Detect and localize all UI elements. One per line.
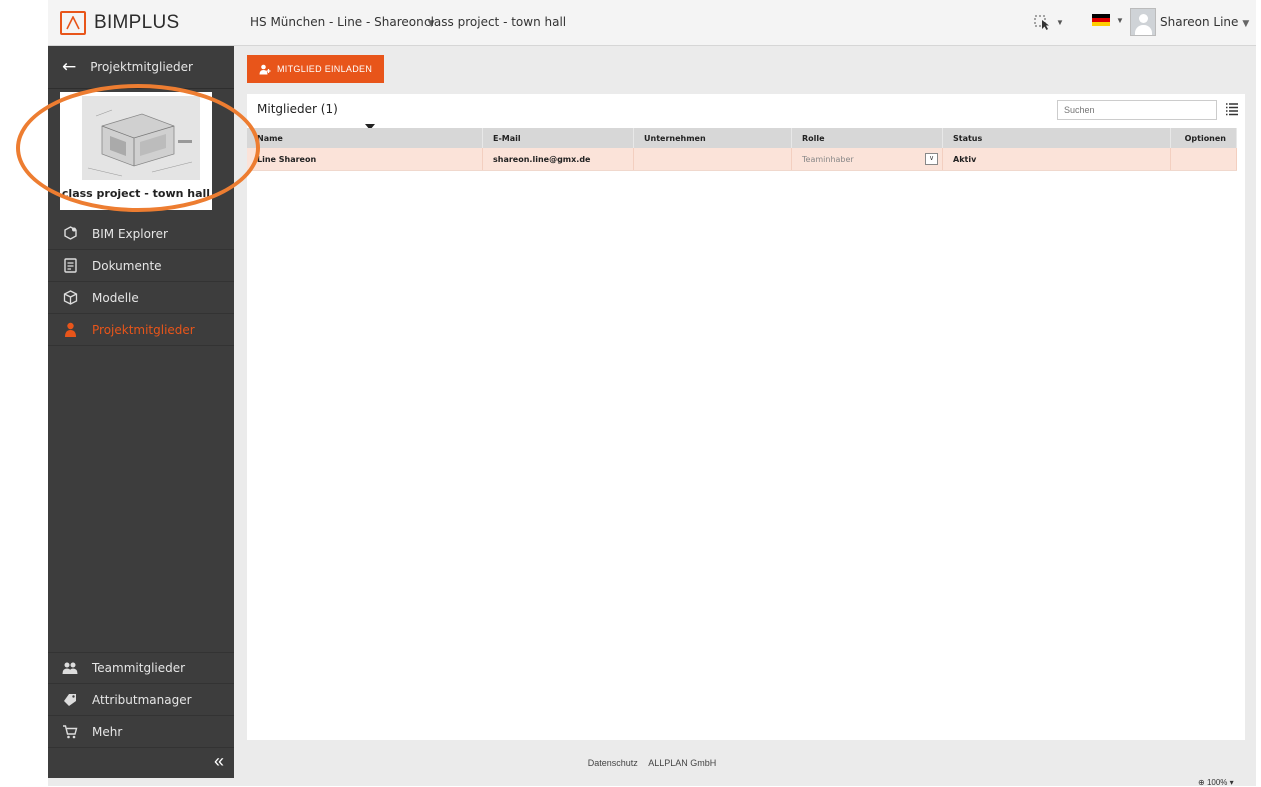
logo-icon bbox=[60, 11, 86, 35]
add-user-icon bbox=[259, 64, 271, 75]
user-name: Shareon Line bbox=[1160, 15, 1239, 29]
cursor-select-icon bbox=[1034, 15, 1049, 30]
sidebar-item-mehr[interactable]: Mehr bbox=[48, 716, 234, 748]
app-name: BIMPLUS bbox=[94, 12, 180, 33]
app-window: BIMPLUS HS München - Line - Shareon ▼ cla… bbox=[48, 0, 1256, 787]
sidebar-item-label: Dokumente bbox=[92, 258, 162, 273]
person-icon bbox=[62, 322, 78, 338]
footer: Datenschutz ALLPLAN GmbH bbox=[48, 758, 1256, 768]
sidebar-item-attributmanager[interactable]: Attributmanager bbox=[48, 684, 234, 716]
panel-title: Mitglieder (1) bbox=[257, 102, 338, 116]
column-header-role[interactable]: Rolle bbox=[791, 128, 943, 148]
chevron-down-icon: ▼ bbox=[1056, 17, 1064, 27]
column-header-email[interactable]: E-Mail bbox=[482, 128, 634, 148]
sidebar-item-label: BIM Explorer bbox=[92, 226, 168, 241]
column-header-options: Optionen bbox=[1170, 128, 1237, 148]
table-row[interactable]: Line Shareon shareon.line@gmx.de Teaminh… bbox=[247, 148, 1237, 171]
top-bar: BIMPLUS HS München - Line - Shareon ▼ cla… bbox=[48, 0, 1256, 46]
member-company bbox=[633, 148, 792, 171]
sidebar-header-label: Projektmitglieder bbox=[90, 60, 193, 74]
sidebar-item-label: Attributmanager bbox=[92, 692, 192, 707]
member-email: shareon.line@gmx.de bbox=[482, 148, 634, 171]
project-card[interactable]: class project - town hall bbox=[60, 92, 212, 210]
project-name: class project - town hall bbox=[61, 187, 211, 200]
avatar[interactable] bbox=[1130, 8, 1156, 36]
member-options[interactable] bbox=[1170, 148, 1237, 171]
invite-member-button[interactable]: MITGLIED EINLADEN bbox=[247, 55, 385, 83]
chevron-down-icon[interactable]: ∨ bbox=[925, 153, 938, 165]
cart-icon bbox=[62, 724, 78, 740]
bimplus-logo[interactable]: BIMPLUS bbox=[60, 9, 180, 37]
selection-tool-button[interactable]: ▼ bbox=[1034, 14, 1064, 30]
sidebar-back-button[interactable]: ← Projektmitglieder bbox=[48, 46, 234, 89]
sidebar-item-label: Teammitglieder bbox=[92, 661, 186, 675]
chevron-down-icon: ▼ bbox=[1116, 15, 1124, 25]
project-thumbnail bbox=[82, 96, 200, 180]
table-header-row: Name E-Mail Unternehmen Rolle Status Opt… bbox=[247, 128, 1237, 148]
search-input[interactable] bbox=[1057, 100, 1217, 120]
column-header-name[interactable]: Name bbox=[247, 128, 483, 148]
member-status: Aktiv bbox=[942, 148, 1171, 171]
sidebar-item-bim-explorer[interactable]: BIM Explorer bbox=[48, 218, 234, 250]
sidebar-item-label: Modelle bbox=[92, 290, 139, 305]
company-name: ALLPLAN GmbH bbox=[648, 758, 717, 768]
members-table: Name E-Mail Unternehmen Rolle Status Opt… bbox=[247, 128, 1237, 171]
team-icon bbox=[62, 660, 78, 676]
member-name: Line Shareon bbox=[247, 148, 483, 171]
sidebar-item-modelle[interactable]: Modelle bbox=[48, 282, 234, 314]
breadcrumb-project[interactable]: class project - town hall bbox=[424, 15, 566, 29]
column-header-status[interactable]: Status bbox=[942, 128, 1171, 148]
back-arrow-icon: ← bbox=[62, 57, 77, 77]
sidebar-item-label: Projektmitglieder bbox=[92, 322, 195, 337]
document-icon bbox=[62, 258, 78, 274]
column-header-company[interactable]: Unternehmen bbox=[633, 128, 792, 148]
tag-icon bbox=[62, 692, 78, 708]
sidebar-item-teammitglieder[interactable]: Teammitglieder bbox=[48, 652, 234, 684]
sidebar-item-projektmitglieder[interactable]: Projektmitglieder bbox=[48, 314, 234, 346]
language-selector[interactable]: ▼ bbox=[1092, 14, 1124, 26]
sidebar-item-dokumente[interactable]: Dokumente bbox=[48, 250, 234, 282]
model-icon bbox=[62, 290, 78, 306]
invite-button-label: MITGLIED EINLADEN bbox=[277, 64, 373, 74]
member-role: Teaminhaber bbox=[802, 154, 854, 164]
cubes-icon bbox=[62, 226, 78, 242]
privacy-link[interactable]: Datenschutz bbox=[588, 758, 638, 768]
list-view-icon[interactable] bbox=[1225, 102, 1239, 116]
chevron-down-icon: ▼ bbox=[1242, 19, 1250, 29]
sidebar: ← Projektmitglieder class project - town… bbox=[48, 46, 234, 778]
role-select[interactable]: Teaminhaber ∨ bbox=[791, 148, 943, 171]
team-name: HS München - Line - Shareon bbox=[250, 15, 424, 29]
members-panel: Mitglieder (1) Name E-Mail Unternehmen R… bbox=[247, 94, 1245, 740]
sidebar-item-label: Mehr bbox=[92, 724, 123, 739]
german-flag-icon bbox=[1092, 14, 1110, 26]
user-menu[interactable]: Shareon Line ▼ bbox=[1160, 15, 1249, 29]
team-selector[interactable]: HS München - Line - Shareon ▼ bbox=[250, 15, 435, 29]
